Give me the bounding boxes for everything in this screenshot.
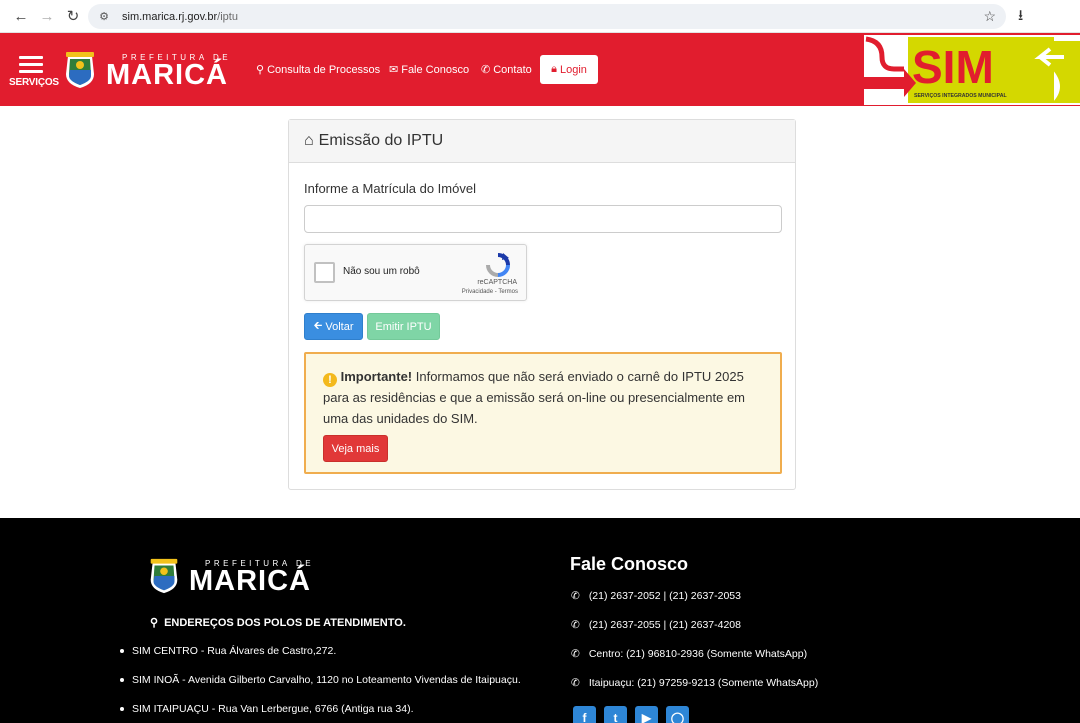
browser-toolbar: ← → ↻ ⚙ sim.marica.rj.gov.br/iptu ☆ ⭳ ⋮ <box>0 0 1080 33</box>
phone-icon: ✆ <box>481 64 491 76</box>
map-marker-icon: ⚲ <box>150 617 159 629</box>
nav-fale-label: Fale Conosco <box>401 63 470 76</box>
address-text: SIM ITAIPUAÇU - Rua Van Lerbergue, 6766 … <box>132 703 414 715</box>
arrow-left-icon: 🡰 <box>313 320 323 332</box>
marica-crest-icon <box>66 52 94 88</box>
forward-arrow-icon[interactable]: → <box>34 3 60 29</box>
facebook-icon[interactable]: f <box>573 706 596 723</box>
contact-title: Fale Conosco <box>570 554 689 574</box>
lock-icon: 🔒︎ <box>551 63 557 75</box>
recaptcha-label: Não sou um robô <box>343 266 420 277</box>
see-more-button[interactable]: Veja mais <box>323 435 388 462</box>
bookmark-star-icon[interactable]: ☆ <box>983 8 996 25</box>
recaptcha-brand: reCAPTCHA <box>477 279 517 286</box>
matricula-label: Informe a Matrícula do Imóvel <box>304 181 476 196</box>
nav-contato-label: Contato <box>493 63 532 76</box>
address-item: SIM CENTRO - Rua Álvares de Castro,272. <box>120 645 336 657</box>
sim-banner[interactable]: SIM SERVIÇOS INTEGRADOS MUNICIPAL <box>864 35 1080 105</box>
phone-text: (21) 2637-2055 | (21) 2637-4208 <box>588 619 741 631</box>
sim-banner-title: SIM <box>912 41 994 93</box>
footer-logo-city: MARICÁ <box>189 564 311 597</box>
site-header: SERVIÇOS PREFEITURA DE MARICÁ ⚲ Consulta… <box>0 33 1080 106</box>
marica-crest-icon <box>150 558 178 594</box>
phone-icon: ✆ <box>571 677 580 689</box>
alert-strong: Importante! <box>340 369 413 384</box>
phone-item[interactable]: ✆ Itaipuaçu: (21) 97259-9213 (Somente Wha… <box>571 677 818 689</box>
nav-contato[interactable]: ✆ Contato <box>481 63 532 77</box>
footer-logo[interactable]: PREFEITURA DE MARICÁ <box>145 557 314 595</box>
phone-text: (21) 2637-2052 | (21) 2637-2053 <box>588 590 741 602</box>
bullet-icon <box>120 678 124 682</box>
important-alert: ! Importante! Informamos que não será en… <box>304 352 782 474</box>
matricula-input[interactable] <box>304 205 782 233</box>
exclamation-circle-icon: ! <box>323 373 337 387</box>
back-button-label: Voltar <box>325 320 354 333</box>
emit-button-label: Emitir IPTU <box>375 320 432 333</box>
instagram-icon[interactable]: ◯ <box>666 706 689 723</box>
site-footer: PREFEITURA DE MARICÁ ⚲ ENDEREÇOS DOS POL… <box>0 518 1080 723</box>
alert-message: ! Importante! Informamos que não será en… <box>323 366 763 429</box>
panel-heading: ⌂ Emissão do IPTU <box>289 120 795 163</box>
login-label: Login <box>559 63 587 76</box>
address-item: SIM ITAIPUAÇU - Rua Van Lerbergue, 6766 … <box>120 703 414 715</box>
panel-title: Emissão do IPTU <box>318 132 444 149</box>
sim-banner-subtitle: SERVIÇOS INTEGRADOS MUNICIPAL <box>914 93 1007 99</box>
back-arrow-icon[interactable]: ← <box>8 3 34 29</box>
logo-city: MARICÁ <box>106 58 228 91</box>
nav-consulta-label: Consulta de Processos <box>267 63 381 76</box>
iptu-panel: ⌂ Emissão do IPTU Informe a Matrícula do… <box>288 119 796 490</box>
prefeitura-logo[interactable]: PREFEITURA DE MARICÁ <box>60 50 231 90</box>
phone-text: Itaipuaçu: (21) 97259-9213 (Somente What… <box>588 677 819 689</box>
reload-icon[interactable]: ↻ <box>60 3 86 29</box>
url-text[interactable]: sim.marica.rj.gov.br/iptu <box>122 11 238 23</box>
download-icon[interactable]: ⭳ <box>1018 5 1023 30</box>
nav-consulta-processos[interactable]: ⚲ Consulta de Processos <box>256 63 381 77</box>
phone-item[interactable]: ✆ (21) 2637-2052 | (21) 2637-2053 <box>571 590 741 602</box>
addresses-title: ⚲ ENDEREÇOS DOS POLOS DE ATENDIMENTO. <box>150 616 406 630</box>
bullet-icon <box>120 649 124 653</box>
back-button[interactable]: 🡰 Voltar <box>304 313 363 340</box>
address-item: SIM INOÃ - Avenida Gilberto Carvalho, 11… <box>120 674 521 686</box>
phone-text: Centro: (21) 96810-2936 (Somente WhatsAp… <box>588 648 808 660</box>
login-button[interactable]: 🔒︎ Login <box>540 55 598 84</box>
address-text: SIM CENTRO - Rua Álvares de Castro,272. <box>132 645 337 657</box>
phone-icon: ✆ <box>571 648 580 660</box>
emit-iptu-button[interactable]: Emitir IPTU <box>367 313 440 340</box>
recaptcha-privacy-links[interactable]: Privacidade - Termos <box>462 289 518 295</box>
phone-icon: ✆ <box>571 590 580 602</box>
browser-menu-icon[interactable]: ⋮ <box>1074 6 1080 23</box>
bullet-icon <box>120 707 124 711</box>
addresses-title-text: ENDEREÇOS DOS POLOS DE ATENDIMENTO. <box>164 616 406 629</box>
site-info-icon[interactable]: ⚙ <box>96 9 112 25</box>
phone-item[interactable]: ✆ Centro: (21) 96810-2936 (Somente WhatsA… <box>571 648 807 660</box>
recaptcha-icon <box>486 253 510 277</box>
address-text: SIM INOÃ - Avenida Gilberto Carvalho, 11… <box>132 674 521 686</box>
address-bar[interactable]: ⚙ sim.marica.rj.gov.br/iptu ☆ <box>88 4 1006 29</box>
recaptcha-checkbox[interactable] <box>314 262 335 283</box>
envelope-icon: ✉ <box>389 64 399 76</box>
hamburger-icon <box>19 56 43 73</box>
home-icon: ⌂ <box>304 132 314 149</box>
services-menu-label: SERVIÇOS <box>9 77 59 88</box>
youtube-icon[interactable]: ▶ <box>635 706 658 723</box>
phone-item[interactable]: ✆ (21) 2637-2055 | (21) 2637-4208 <box>571 619 741 631</box>
recaptcha-widget: Não sou um robô reCAPTCHA Privacidade - … <box>304 244 527 301</box>
nav-fale-conosco[interactable]: ✉ Fale Conosco <box>389 63 470 77</box>
phone-icon: ✆ <box>571 619 580 631</box>
twitter-icon[interactable]: t <box>604 706 627 723</box>
services-menu-button[interactable]: SERVIÇOS <box>9 56 59 90</box>
search-icon: ⚲ <box>256 64 265 76</box>
